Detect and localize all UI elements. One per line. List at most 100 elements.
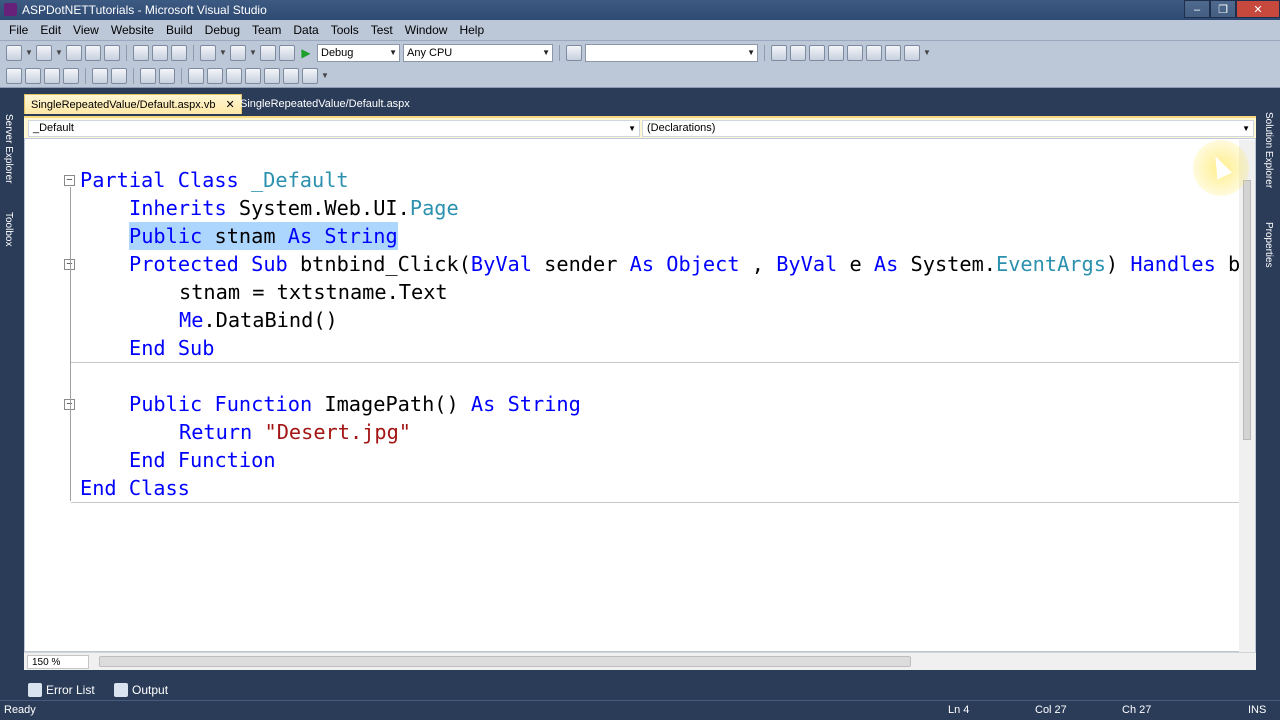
copy-icon[interactable] [152, 44, 168, 61]
start-debugging-icon[interactable]: ▶ [298, 45, 314, 61]
code-line[interactable]: Public stnam As String [25, 222, 1241, 250]
tab-default-aspx[interactable]: SingleRepeatedValue/Default.aspx [234, 94, 416, 114]
code-line[interactable]: End Sub [25, 334, 1241, 362]
chevron-down-icon[interactable]: ▼ [219, 45, 227, 61]
method-name-combo[interactable]: (Declarations) ▼ [642, 120, 1254, 137]
toolbox-icon[interactable] [828, 44, 844, 61]
team-explorer-icon[interactable] [847, 44, 863, 61]
code-line[interactable]: Partial Class _Default − [25, 166, 1241, 194]
toolbar-separator [181, 67, 182, 84]
server-explorer-tab[interactable]: Server Explorer [3, 114, 14, 183]
code-line[interactable]: Protected Sub btnbind_Click(ByVal sender… [25, 250, 1241, 278]
tab-default-aspx-vb[interactable]: SingleRepeatedValue/Default.aspx.vb ✕ [24, 94, 242, 114]
code-area[interactable]: Partial Class _Default − Inherits System.W… [25, 166, 1241, 503]
new-project-icon[interactable] [6, 44, 22, 61]
toolbox-tab[interactable]: Toolbox [3, 212, 14, 246]
code-line[interactable]: End Function [25, 446, 1241, 474]
code-line[interactable]: stnam = txtstname.Text [25, 278, 1241, 306]
code-line[interactable]: End Class [25, 474, 1241, 502]
chevron-down-icon[interactable]: ▼ [55, 45, 63, 61]
save-icon[interactable] [85, 44, 101, 61]
bookmark-icon[interactable] [188, 67, 204, 84]
vertical-scroll-thumb[interactable] [1243, 180, 1251, 440]
properties-tab[interactable]: Properties [1263, 222, 1274, 268]
next-bookmark-folder-icon[interactable] [264, 67, 280, 84]
horizontal-scroll-thumb[interactable] [99, 656, 911, 667]
menu-data[interactable]: Data [287, 23, 324, 37]
tab-error-list[interactable]: Error List [24, 681, 95, 699]
parameter-info-icon[interactable] [25, 67, 41, 84]
increase-indent-icon[interactable] [111, 67, 127, 84]
maximize-button[interactable]: ❐ [1210, 0, 1236, 18]
menu-edit[interactable]: Edit [34, 23, 67, 37]
menu-debug[interactable]: Debug [199, 23, 246, 37]
next-bookmark-icon[interactable] [226, 67, 242, 84]
menu-test[interactable]: Test [365, 23, 399, 37]
menu-file[interactable]: File [3, 23, 34, 37]
chevron-down-icon: ▼ [628, 124, 636, 133]
solution-explorer-tab[interactable]: Solution Explorer [1263, 112, 1274, 188]
cut-icon[interactable] [133, 44, 149, 61]
redo-icon[interactable] [230, 44, 246, 61]
extension-manager-icon[interactable] [885, 44, 901, 61]
code-token: As [873, 252, 911, 276]
code-line[interactable]: Return "Desert.jpg" [25, 418, 1241, 446]
object-browser-icon[interactable] [809, 44, 825, 61]
start-page-icon[interactable] [866, 44, 882, 61]
tab-output[interactable]: Output [110, 681, 168, 699]
find-in-files-icon[interactable] [566, 44, 582, 61]
code-line[interactable]: Me.DataBind() [25, 306, 1241, 334]
code-token: ByVal [776, 252, 850, 276]
code-line[interactable] [25, 362, 1241, 390]
quick-info-icon[interactable] [6, 67, 22, 84]
paste-icon[interactable] [171, 44, 187, 61]
menu-website[interactable]: Website [105, 23, 160, 37]
menu-help[interactable]: Help [453, 23, 490, 37]
previous-bookmark-folder-icon[interactable] [245, 67, 261, 84]
chevron-down-icon[interactable]: ▼ [923, 45, 931, 61]
clear-bookmarks-icon[interactable] [283, 67, 299, 84]
platform-select[interactable]: Any CPU ▼ [403, 43, 553, 62]
chevron-down-icon[interactable]: ▼ [249, 45, 257, 61]
previous-bookmark-icon[interactable] [207, 67, 223, 84]
menu-team[interactable]: Team [246, 23, 287, 37]
chevron-down-icon[interactable]: ▼ [321, 68, 329, 84]
output-icon [114, 683, 128, 697]
class-name-combo[interactable]: _Default ▼ [28, 120, 640, 137]
comment-icon[interactable] [140, 67, 156, 84]
menu-view[interactable]: View [67, 23, 105, 37]
open-file-icon[interactable] [66, 44, 82, 61]
window-icon[interactable] [904, 44, 920, 61]
close-button[interactable]: ✕ [1236, 0, 1280, 18]
code-token: e [849, 252, 874, 276]
navigate-forward-icon[interactable] [279, 44, 295, 61]
navigate-backward-icon[interactable] [260, 44, 276, 61]
menu-window[interactable]: Window [399, 23, 454, 37]
collapse-icon[interactable]: − [64, 175, 75, 186]
code-token: EventArgs [996, 252, 1106, 276]
code-line[interactable]: Public Function ImagePath() As String− [25, 390, 1241, 418]
vertical-scrollbar[interactable] [1239, 140, 1255, 652]
minimize-button[interactable]: ‒ [1184, 0, 1210, 18]
uncomment-icon[interactable] [159, 67, 175, 84]
solution-explorer-icon[interactable] [771, 44, 787, 61]
configuration-select[interactable]: Debug ▼ [317, 43, 400, 62]
undo-icon[interactable] [200, 44, 216, 61]
code-token: stnam = txtstname.Text [179, 280, 448, 304]
code-editor[interactable]: Partial Class _Default − Inherits System.W… [24, 138, 1256, 652]
toolbar-separator [126, 44, 127, 61]
code-line[interactable]: Inherits System.Web.UI.Page [25, 194, 1241, 222]
menu-build[interactable]: Build [160, 23, 199, 37]
menu-tools[interactable]: Tools [325, 23, 365, 37]
find-combo[interactable]: ▼ [585, 43, 758, 62]
chevron-down-icon: ▼ [1242, 124, 1250, 133]
add-item-icon[interactable] [36, 44, 52, 61]
chevron-down-icon[interactable]: ▼ [25, 45, 33, 61]
zoom-combo[interactable]: 150 % [27, 655, 89, 669]
complete-word-icon[interactable] [44, 67, 60, 84]
decrease-indent-icon[interactable] [92, 67, 108, 84]
properties-icon[interactable] [790, 44, 806, 61]
save-all-icon[interactable] [104, 44, 120, 61]
bookmark-window-icon[interactable] [302, 67, 318, 84]
font-size-icon[interactable] [63, 67, 79, 84]
